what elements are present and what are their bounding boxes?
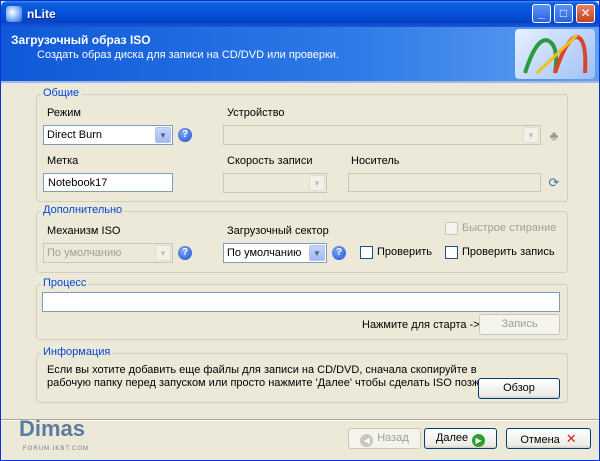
media-field	[348, 173, 541, 192]
page-subtitle: Создать образ диска для записи на CD/DVD…	[37, 49, 339, 61]
close-button[interactable]: ✕	[576, 4, 595, 23]
next-arrow-icon: ▶	[472, 434, 486, 447]
help-icon[interactable]: ?	[178, 246, 192, 260]
help-icon[interactable]: ?	[178, 128, 192, 142]
advanced-legend: Дополнительно	[41, 204, 125, 216]
wizard-header: Загрузочный образ ISO Создать образ диск…	[1, 27, 599, 81]
back-button: ◀ Назад	[348, 428, 421, 449]
app-icon	[6, 6, 22, 22]
watermark-sub: FORUM.IKBT.COM	[23, 446, 89, 452]
help-icon[interactable]: ?	[332, 246, 346, 260]
mode-select[interactable]: Direct Burn ▼	[43, 125, 173, 145]
back-arrow-icon: ◀	[360, 434, 374, 447]
iso-engine-value: По умолчанию	[47, 247, 122, 259]
window-title: nLite	[27, 7, 56, 21]
cancel-button-label: Отмена	[520, 434, 560, 446]
boot-sector-label: Загрузочный сектор	[227, 225, 329, 237]
mode-value: Direct Burn	[47, 129, 103, 141]
next-button-label: Далее	[435, 432, 469, 444]
boot-sector-select[interactable]: По умолчанию ▼	[223, 243, 327, 263]
label-label: Метка	[47, 155, 79, 167]
speed-label: Скорость записи	[227, 155, 313, 167]
nlite-logo-graphic	[523, 33, 588, 75]
device-side-icon: ♣	[549, 128, 559, 143]
refresh-icon[interactable]: ⟳	[546, 175, 562, 191]
volume-label-input[interactable]	[43, 173, 173, 192]
advanced-group	[36, 211, 568, 273]
iso-engine-select: По умолчанию ▼	[43, 243, 173, 263]
minimize-button[interactable]: _	[532, 4, 551, 23]
device-select: ▼	[223, 125, 541, 145]
info-text-line2: рабочую папку перед запуском или просто …	[47, 377, 489, 389]
verify-label[interactable]: Проверить	[377, 246, 432, 258]
title-bar[interactable]: nLite _ □ ✕	[1, 1, 599, 27]
browse-button[interactable]: Обзор	[478, 378, 560, 399]
page-title: Загрузочный образ ISO	[11, 33, 151, 47]
verify-checkbox[interactable]	[360, 246, 373, 259]
start-hint: Нажмите для старта ->	[362, 319, 480, 331]
chevron-down-icon[interactable]: ▼	[309, 245, 325, 261]
media-label: Носитель	[351, 155, 400, 167]
mode-label: Режим	[47, 107, 81, 119]
cancel-x-icon: ✕	[565, 431, 577, 446]
back-button-label: Назад	[377, 432, 409, 444]
progress-bar	[42, 292, 560, 312]
device-label: Устройство	[227, 107, 285, 119]
process-legend: Процесс	[41, 277, 89, 289]
nlite-window: nLite _ □ ✕ Загрузочный образ ISO Создат…	[0, 0, 600, 461]
watermark-logo: Dimas FORUM.IKBT.COM	[19, 416, 109, 456]
info-text-line1: Если вы хотите добавить еще файлы для за…	[47, 364, 477, 376]
chevron-down-icon: ▼	[155, 245, 171, 261]
boot-sector-value: По умолчанию	[227, 247, 302, 259]
quick-erase-label: Быстрое стирание	[462, 222, 557, 234]
maximize-button[interactable]: □	[554, 4, 573, 23]
header-separator	[1, 81, 599, 83]
verify-write-checkbox[interactable]	[445, 246, 458, 259]
chevron-down-icon[interactable]: ▼	[155, 127, 171, 143]
chevron-down-icon: ▼	[523, 127, 539, 143]
write-button: Запись	[479, 314, 560, 335]
speed-select: ▼	[223, 173, 327, 193]
iso-engine-label: Механизм ISO	[47, 225, 121, 237]
next-button[interactable]: Далее ▶	[424, 428, 497, 449]
watermark-main: Dimas	[19, 416, 86, 441]
info-legend: Информация	[41, 346, 113, 358]
nlite-logo-icon	[515, 29, 595, 79]
cancel-button[interactable]: Отмена ✕	[506, 428, 591, 449]
quick-erase-checkbox	[445, 222, 458, 235]
general-legend: Общие	[41, 87, 82, 99]
chevron-down-icon: ▼	[309, 175, 325, 191]
verify-write-label[interactable]: Проверить запись	[462, 246, 555, 258]
